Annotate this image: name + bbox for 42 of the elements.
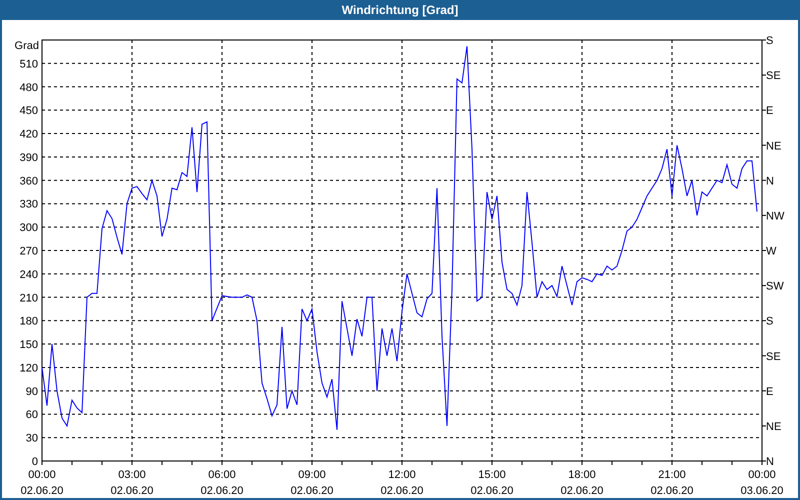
- tick-label: 420: [20, 128, 38, 141]
- tick-label: 18:00 02.06.20: [560, 469, 604, 497]
- tick-label: 480: [20, 82, 38, 94]
- tick-label: 150: [20, 339, 38, 352]
- tick-label: 390: [20, 152, 38, 164]
- tick-label: 09:00 02.06.20: [290, 469, 334, 497]
- tick-label: SE: [766, 70, 781, 82]
- tick-label: S: [766, 35, 774, 47]
- tick-label: 180: [20, 316, 38, 328]
- tick-label: 03:00 02.06.20: [110, 469, 154, 497]
- tick-label: 510: [20, 58, 38, 70]
- tick-label: S: [766, 316, 774, 328]
- tick-label: NE: [766, 140, 782, 152]
- tick-label: 270: [20, 246, 38, 258]
- tick-label: E: [766, 386, 774, 398]
- tick-label: E: [766, 105, 774, 118]
- axis-title: Grad: [14, 40, 39, 52]
- tick-label: 12:00 02.06.20: [380, 469, 424, 497]
- tick-label: 120: [20, 362, 38, 374]
- tick-label: 300: [20, 222, 38, 234]
- tick-label: NW: [766, 210, 784, 222]
- tick-label: 210: [20, 292, 38, 304]
- tick-label: 450: [20, 105, 38, 118]
- tick-label: N: [766, 456, 774, 468]
- tick-label: SW: [766, 280, 784, 293]
- tick-label: 240: [20, 268, 38, 281]
- tick-label: 60: [26, 409, 38, 422]
- tick-label: 15:00 02.06.20: [470, 469, 514, 497]
- tick-label: 330: [20, 198, 38, 211]
- tick-label: 00:00 02.06.20: [20, 469, 64, 497]
- tick-label: NE: [766, 420, 782, 433]
- tick-label: W: [766, 246, 776, 258]
- tick-label: 00:00 03.06.20: [740, 469, 784, 497]
- tick-label: 21:00 02.06.20: [650, 469, 694, 497]
- tick-label: 90: [26, 386, 38, 398]
- window-title: Windrichtung [Grad]: [342, 2, 458, 19]
- tick-label: 06:00 02.06.20: [200, 469, 244, 497]
- tick-label: 30: [26, 432, 38, 445]
- tick-label: N: [766, 175, 774, 188]
- tick-label: SE: [766, 350, 781, 363]
- tick-label: 360: [20, 175, 38, 188]
- tick-label: 0: [32, 456, 38, 468]
